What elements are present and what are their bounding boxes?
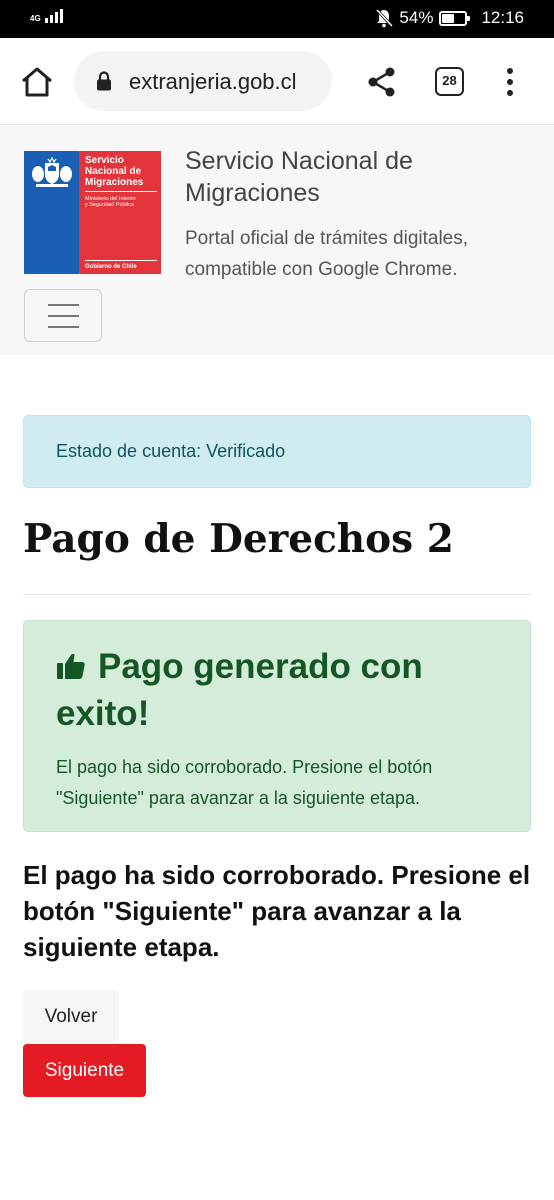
- share-icon[interactable]: [368, 67, 396, 97]
- site-header: Servicio Nacional de Migraciones Ministe…: [0, 126, 554, 355]
- lock-icon: [97, 71, 111, 91]
- logo-text-line1: Servicio: [85, 155, 124, 166]
- success-message: El pago ha sido corroborado. Presione el…: [56, 757, 433, 808]
- bell-off-icon: [376, 8, 394, 28]
- divider: [23, 594, 531, 595]
- network-indicator: 4G: [30, 9, 63, 23]
- logo-ministry-line2: y Seguridad Pública: [85, 202, 134, 208]
- address-bar[interactable]: extranjeria.gob.cl: [74, 51, 332, 111]
- thumbs-up-icon: [57, 653, 85, 679]
- logo-gov-text: Gobierno de Chile: [85, 264, 137, 270]
- page-title: Pago de Derechos 2: [23, 516, 454, 562]
- back-button[interactable]: Volver: [23, 990, 119, 1043]
- home-icon[interactable]: [20, 66, 54, 98]
- more-vert-icon[interactable]: [505, 68, 515, 98]
- account-status-alert: Estado de cuenta: Verificado: [23, 415, 531, 488]
- network-type: 4G: [30, 14, 41, 23]
- clock: 12:16: [481, 8, 524, 27]
- instruction-text: El pago ha sido corroborado. Presione el…: [23, 860, 531, 962]
- url-text: extranjeria.gob.cl: [129, 69, 297, 94]
- success-heading: Pago generado con exito!: [56, 647, 423, 733]
- logo-text-line3: Migraciones: [85, 177, 144, 188]
- site-title: Servicio Nacional de Migraciones: [185, 147, 413, 207]
- site-subtitle: Portal oficial de trámites digitales, co…: [185, 228, 469, 280]
- coat-of-arms-icon: [32, 157, 72, 187]
- browser-toolbar: extranjeria.gob.cl 28: [0, 38, 554, 125]
- hamburger-menu-button[interactable]: [24, 289, 102, 342]
- logo-text-line2: Nacional de: [85, 166, 142, 177]
- logo[interactable]: Servicio Nacional de Migraciones Ministe…: [24, 151, 161, 274]
- success-alert: Pago generado con exito! El pago ha sido…: [23, 620, 531, 832]
- next-button[interactable]: Siguiente: [23, 1044, 146, 1097]
- battery-level: [442, 13, 455, 23]
- signal-icon: [44, 18, 48, 23]
- status-bar: 4G 54% 12:16: [0, 0, 554, 38]
- tabs-icon[interactable]: 28: [435, 67, 464, 96]
- battery-percent: 54%: [399, 8, 434, 27]
- menu-icon: [48, 304, 79, 306]
- battery-icon: [439, 10, 471, 26]
